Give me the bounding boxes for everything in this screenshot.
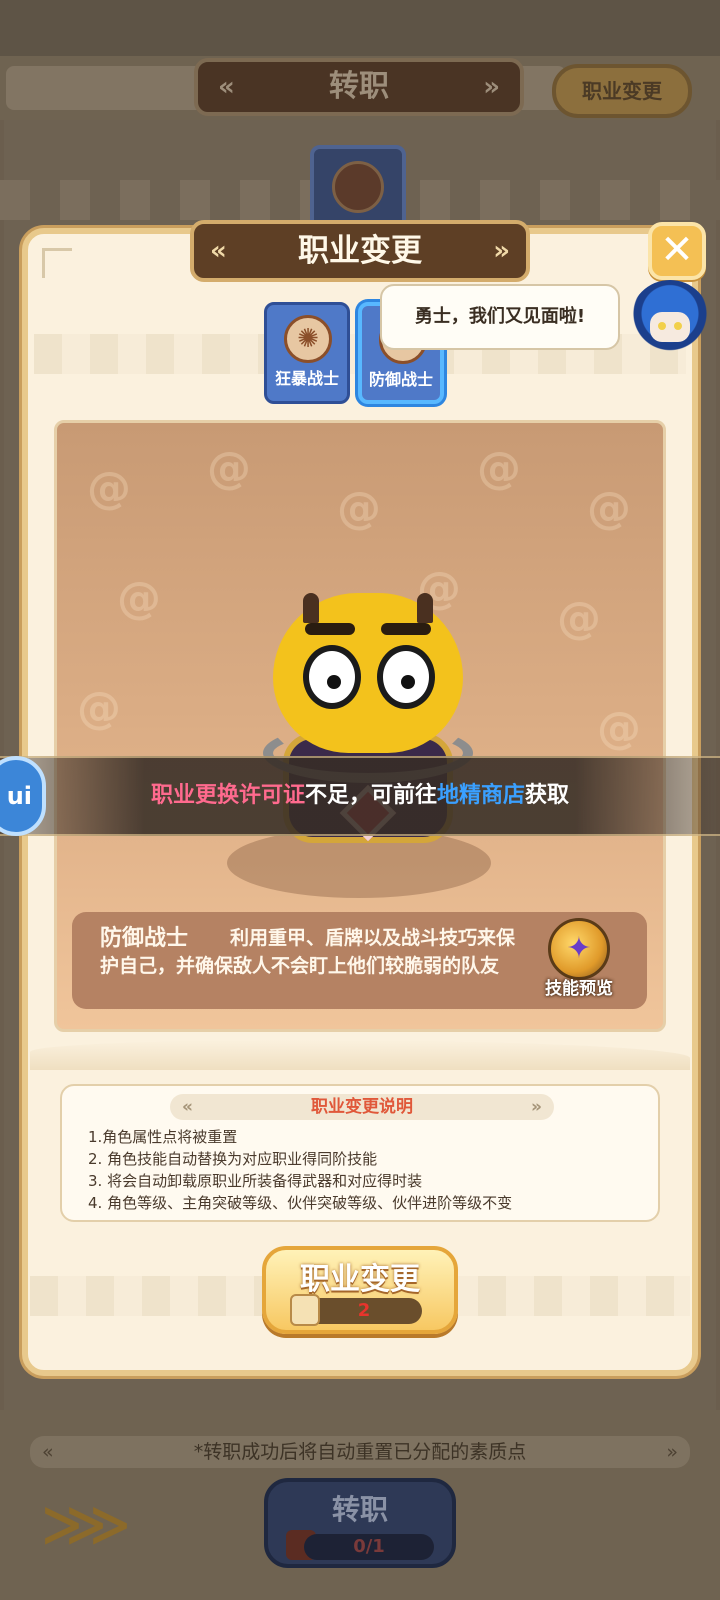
ornament-left-icon: « [182, 1097, 193, 1117]
class-emblem-icon [332, 161, 384, 213]
bg-transfer-count: 0/1 [304, 1534, 434, 1560]
tab-label: 狂暴战士 [274, 369, 339, 388]
explanation-item: 3. 将会自动卸载原职业所装备得武器和对应得时装 [88, 1172, 423, 1190]
explanation-item: 2. 角色技能自动替换为对应职业得同阶技能 [88, 1150, 378, 1168]
explanation-item: 1.角色属性点将被重置 [88, 1128, 238, 1146]
swirl-decoration: @ [77, 683, 121, 734]
skill-book-icon: ✦ [548, 918, 610, 980]
character-eye [377, 645, 435, 709]
top-bar [0, 0, 720, 60]
skill-preview-button[interactable]: ✦ 技能预览 [536, 918, 622, 1004]
close-button[interactable]: ✕ [648, 222, 706, 280]
bg-reset-note: « *转职成功后将自动重置已分配的素质点 » [30, 1436, 690, 1468]
job-change-confirm-button[interactable]: 职业变更 2 [262, 1246, 458, 1334]
insufficient-license-toast: 职业更换许可证不足，可前往地精商店获取 [0, 756, 720, 836]
bg-reset-note-text: *转职成功后将自动重置已分配的素质点 [193, 1441, 527, 1463]
swirl-decoration: @ [587, 483, 631, 534]
toast-text: 不足，可前往 [304, 783, 437, 808]
explanation-box: « 职业变更说明 » 1.角色属性点将被重置 2. 角色技能自动替换为对应职业得… [60, 1084, 660, 1222]
explanation-title: « 职业变更说明 » [170, 1094, 554, 1120]
character-eye [303, 645, 361, 709]
npc-speech-bubble: 勇士，我们又见面啦! [380, 284, 620, 350]
pupil [401, 675, 415, 689]
bg-page-title: « 转职 » [194, 58, 524, 116]
eyebrow [305, 623, 355, 635]
ornament-right-icon: » [666, 1441, 678, 1463]
corner-decoration [42, 248, 72, 278]
dialog-title: « 职业变更 » [190, 220, 530, 282]
tab-berserker[interactable]: ✺ 狂暴战士 [264, 302, 350, 404]
class-description-text: 利用重甲、盾牌以及战斗技巧来保护自己，并确保敌人不会盯上他们较脆弱的队友 [100, 927, 516, 977]
fish-bone-icon: ⋙ [40, 1488, 132, 1562]
bg-page-title-text: 转职 [329, 69, 389, 104]
horn [417, 593, 433, 623]
explanation-title-text: 职业变更说明 [311, 1097, 413, 1117]
eyebrow [381, 623, 431, 635]
job-change-label: 职业变更 [300, 1262, 420, 1297]
ornament-right-icon: » [531, 1097, 542, 1117]
swirl-decoration: @ [207, 443, 251, 494]
dialog-title-text: 职业变更 [298, 233, 422, 269]
toast-text-end: 获取 [525, 783, 570, 808]
bg-job-change-button[interactable]: 职业变更 [552, 64, 692, 118]
license-scroll-icon [290, 1294, 320, 1326]
ornament-right-icon: » [483, 72, 500, 102]
bg-transfer-button[interactable]: 转职 0/1 [264, 1478, 456, 1568]
ornament-left-icon: « [218, 72, 235, 102]
ornament-right-icon: » [493, 236, 510, 266]
swirl-decoration: @ [557, 593, 601, 644]
explanation-item: 4. 角色等级、主角突破等级、伙伴突破等级、伙伴进阶等级不变 [88, 1194, 513, 1212]
horn [303, 593, 319, 623]
toast-item-name: 职业更换许可证 [150, 783, 305, 808]
floating-assistant-button[interactable]: ui [0, 756, 46, 836]
ornament-left-icon: « [42, 1441, 54, 1463]
swirl-decoration: @ [117, 573, 161, 624]
toast-shop-link[interactable]: 地精商店 [437, 783, 525, 808]
bg-transfer-label: 转职 [331, 1493, 388, 1526]
npc-eye [658, 322, 666, 330]
ornament-left-icon: « [210, 236, 227, 266]
npc-face [650, 312, 690, 342]
swirl-decoration: @ [337, 483, 381, 534]
swirl-decoration: @ [87, 463, 131, 514]
pupil [327, 675, 341, 689]
license-cost: 2 [306, 1298, 422, 1324]
npc-eye [674, 322, 682, 330]
berserker-emblem-icon: ✺ [284, 315, 332, 363]
explanation-list: 1.角色属性点将被重置 2. 角色技能自动替换为对应职业得同阶技能 3. 将会自… [88, 1126, 512, 1214]
close-icon: ✕ [660, 227, 694, 273]
tab-label: 防御战士 [368, 370, 433, 389]
swirl-decoration: @ [477, 443, 521, 494]
skill-preview-label: 技能预览 [545, 979, 613, 999]
npc-avatar [630, 280, 710, 364]
swirl-decoration: @ [597, 703, 641, 754]
